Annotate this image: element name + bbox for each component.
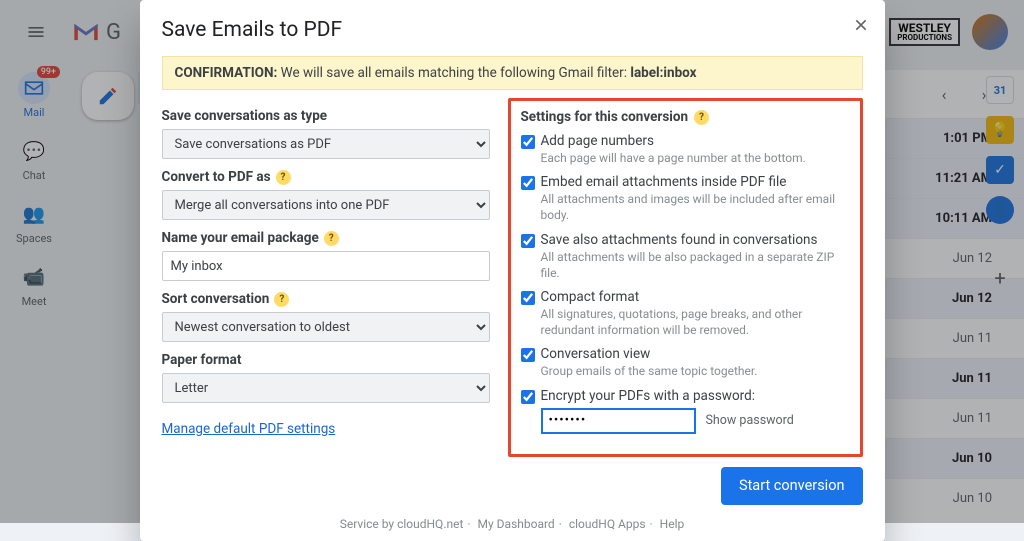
package-name-label: Name your email package?	[162, 230, 490, 246]
sort-label: Sort conversation?	[162, 291, 490, 307]
close-button[interactable]	[853, 14, 869, 38]
save-attachments-checkbox[interactable]	[521, 234, 535, 248]
save-emails-to-pdf-dialog: Save Emails to PDF CONFIRMATION: We will…	[140, 0, 885, 541]
start-conversion-button[interactable]: Start conversion	[721, 467, 863, 505]
confirmation-banner: CONFIRMATION: We will save all emails ma…	[162, 56, 863, 90]
conversation-view-option[interactable]: Conversation view	[521, 346, 850, 362]
dialog-footer: Service by cloudHQ.net· My Dashboard· cl…	[162, 505, 863, 531]
conversion-settings-title: Settings for this conversion?	[521, 109, 850, 125]
conversation-view-checkbox[interactable]	[521, 348, 535, 362]
add-page-numbers-option[interactable]: Add page numbers	[521, 133, 850, 149]
close-icon	[853, 17, 869, 33]
paper-format-label: Paper format	[162, 352, 490, 368]
save-attachments-desc: All attachments will be also packaged in…	[521, 249, 850, 281]
save-type-select[interactable]: Save conversations as PDF	[162, 129, 490, 159]
sort-select[interactable]: Newest conversation to oldest	[162, 312, 490, 342]
paper-format-select[interactable]: Letter	[162, 373, 490, 403]
manage-default-settings-link[interactable]: Manage default PDF settings	[162, 421, 336, 437]
conversation-view-desc: Group emails of the same topic together.	[521, 363, 850, 379]
my-dashboard-link[interactable]: My Dashboard	[478, 517, 555, 531]
package-name-input[interactable]	[162, 251, 490, 281]
compact-format-desc: All signatures, quotations, page breaks,…	[521, 306, 850, 338]
show-password-link[interactable]: Show password	[706, 413, 794, 428]
help-icon[interactable]: ?	[276, 170, 291, 185]
encrypt-pdf-checkbox[interactable]	[521, 390, 535, 404]
cloudhq-apps-link[interactable]: cloudHQ Apps	[569, 517, 646, 531]
encrypt-pdf-option[interactable]: Encrypt your PDFs with a password:	[521, 388, 850, 404]
dialog-title: Save Emails to PDF	[162, 18, 863, 42]
help-icon[interactable]: ?	[324, 231, 339, 246]
add-page-numbers-desc: Each page will have a page number at the…	[521, 150, 850, 166]
save-attachments-option[interactable]: Save also attachments found in conversat…	[521, 232, 850, 248]
compact-format-option[interactable]: Compact format	[521, 289, 850, 305]
embed-attachments-option[interactable]: Embed email attachments inside PDF file	[521, 174, 850, 190]
conversion-settings-box: Settings for this conversion? Add page n…	[508, 98, 863, 457]
embed-attachments-checkbox[interactable]	[521, 176, 535, 190]
modal-backdrop: Save Emails to PDF CONFIRMATION: We will…	[0, 0, 1024, 523]
add-page-numbers-checkbox[interactable]	[521, 135, 535, 149]
embed-attachments-desc: All attachments and images will be inclu…	[521, 191, 850, 223]
convert-as-select[interactable]: Merge all conversations into one PDF	[162, 190, 490, 220]
pdf-password-input[interactable]	[541, 408, 696, 434]
left-settings-column: Save conversations as type Save conversa…	[162, 104, 490, 457]
help-icon[interactable]: ?	[274, 292, 289, 307]
help-icon[interactable]: ?	[694, 110, 709, 125]
save-type-label: Save conversations as type	[162, 108, 490, 124]
convert-as-label: Convert to PDF as?	[162, 169, 490, 185]
compact-format-checkbox[interactable]	[521, 291, 535, 305]
help-link[interactable]: Help	[660, 517, 685, 531]
